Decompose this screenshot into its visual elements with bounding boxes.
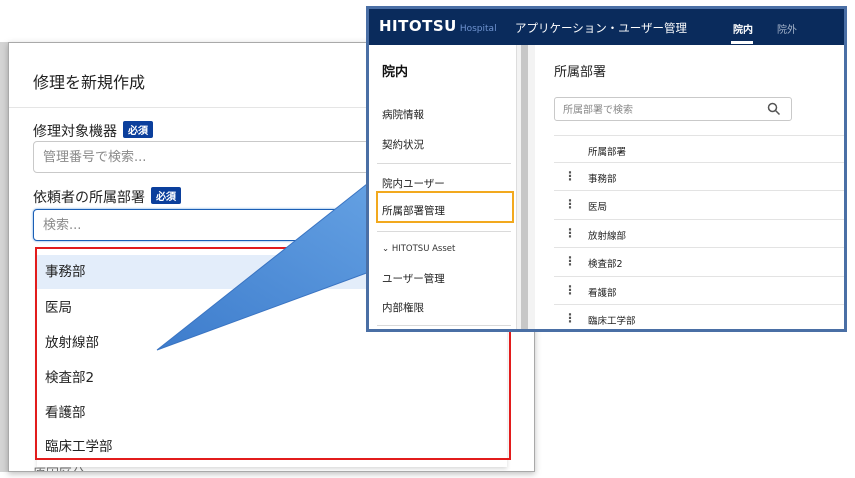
sidebar-item-hospital-info[interactable]: 病院情報 — [382, 107, 424, 122]
sidebar-item-user-management[interactable]: ユーザー管理 — [382, 271, 445, 286]
sidebar-divider — [377, 163, 511, 164]
app-topbar: HITOTSU Hospital アプリケーション・ユーザー管理 院内 院外 — [369, 9, 844, 45]
sidebar-divider — [377, 231, 511, 232]
row-menu-icon[interactable]: ⋮ — [564, 169, 576, 183]
search-icon[interactable] — [767, 102, 781, 116]
column-header: 所属部署 — [588, 147, 627, 158]
row-menu-icon[interactable]: ⋮ — [564, 283, 576, 297]
sidebar-scrollbar[interactable] — [521, 45, 528, 329]
table-row[interactable]: ⋮ 看護部 — [554, 276, 844, 304]
sidebar-divider — [377, 325, 511, 326]
row-value: 検査部2 — [588, 259, 623, 270]
chevron-down-icon: ⌄ — [382, 244, 390, 254]
sidebar-item-internal-permissions[interactable]: 内部権限 — [382, 300, 424, 315]
department-search-input[interactable] — [555, 99, 755, 122]
sidebar: 院内 病院情報 契約状況 院内ユーザー 所属部署管理 ⌄ HITOTSU Ass… — [369, 45, 517, 329]
department-main-panel: 所属部署 所属部署 ⋮ 事務部 ⋮ 医局 ⋮ 放射線部 ⋮ 検査部2 ⋮ 看護部 ⋮ 臨床工… — [535, 45, 844, 329]
department-search-box — [554, 97, 792, 122]
table-row[interactable]: ⋮ 放射線部 — [554, 219, 844, 247]
table-header: 所属部署 — [554, 135, 844, 163]
page-title: 所属部署 — [554, 65, 607, 80]
row-value: 臨床工学部 — [588, 316, 636, 327]
row-menu-icon[interactable]: ⋮ — [564, 226, 576, 240]
department-management-highlight — [376, 191, 514, 223]
hitotsu-logo: HITOTSU Hospital — [379, 17, 497, 35]
sidebar-section-asset[interactable]: ⌄ HITOTSU Asset — [382, 244, 455, 254]
app-title: アプリケーション・ユーザー管理 — [515, 21, 688, 35]
row-value: 事務部 — [588, 174, 617, 185]
tab-external[interactable]: 院外 — [777, 21, 797, 36]
admin-app-window: HITOTSU Hospital アプリケーション・ユーザー管理 院内 院外 院内… — [366, 6, 847, 332]
row-value: 放射線部 — [588, 231, 627, 242]
sidebar-item-contract[interactable]: 契約状況 — [382, 137, 424, 152]
row-menu-icon[interactable]: ⋮ — [564, 197, 576, 211]
sidebar-heading: 院内 — [382, 65, 409, 80]
row-menu-icon[interactable]: ⋮ — [564, 311, 576, 325]
table-row[interactable]: ⋮ 事務部 — [554, 162, 844, 190]
active-tab-indicator — [731, 41, 753, 44]
row-value: 医局 — [588, 202, 608, 213]
table-row[interactable]: ⋮ 臨床工学部 — [554, 304, 844, 329]
table-row[interactable]: ⋮ 医局 — [554, 190, 844, 218]
table-row[interactable]: ⋮ 検査部2 — [554, 247, 844, 275]
tab-internal[interactable]: 院内 — [733, 21, 753, 36]
sidebar-item-internal-users[interactable]: 院内ユーザー — [382, 176, 445, 191]
row-menu-icon[interactable]: ⋮ — [564, 254, 576, 268]
row-value: 看護部 — [588, 288, 617, 299]
